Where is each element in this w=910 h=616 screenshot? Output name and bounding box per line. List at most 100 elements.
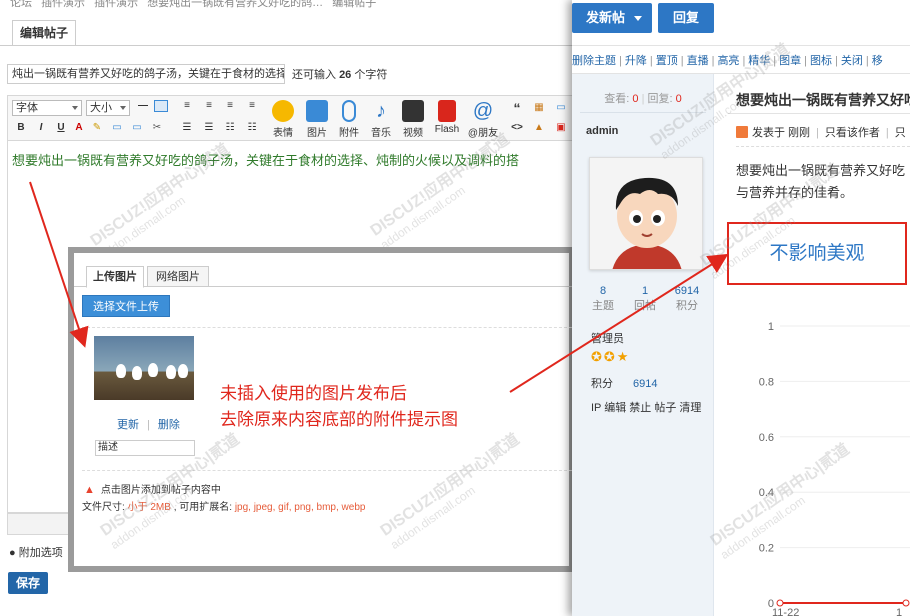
mention-tool[interactable]: @ @朋友 <box>466 100 500 139</box>
admin-links[interactable]: IP 编辑 禁止 帖子 清理 <box>591 399 701 415</box>
italic-icon[interactable]: I <box>34 122 48 134</box>
tab-upload-image[interactable]: 上传图片 <box>86 266 144 288</box>
font-select[interactable]: 字体 <box>12 100 82 116</box>
underline-icon[interactable]: U <box>54 122 68 134</box>
image-description-input[interactable]: 描述 <box>95 440 195 456</box>
separator: | <box>680 55 684 67</box>
chevron-down-icon <box>72 106 78 110</box>
mod-action-link[interactable]: 图章 <box>779 55 801 67</box>
bold-icon[interactable]: B <box>14 122 28 134</box>
save-button[interactable]: 保存 <box>8 572 48 594</box>
mod-action-link[interactable]: 关闭 <box>841 55 863 67</box>
justify-icon[interactable]: ≡ <box>245 100 259 112</box>
post-body: 想要炖出一锅既有营养又好吃 与营养并存的佳肴。 <box>736 160 905 204</box>
pigeon-shape <box>166 365 176 379</box>
mod-action-link[interactable]: 高亮 <box>717 55 739 67</box>
tab-web-image[interactable]: 网络图片 <box>147 266 209 287</box>
size-select[interactable]: 大小 <box>86 100 130 116</box>
divider <box>580 112 706 113</box>
attach-options-label: 附加选项 <box>18 547 63 559</box>
uploaded-image-thumbnail[interactable] <box>94 336 194 400</box>
y-tick-label: 0.8 <box>759 376 774 388</box>
breadcrumb-item: 编辑帖子 <box>332 0 377 9</box>
choose-file-upload-button[interactable]: 选择文件上传 <box>82 295 170 317</box>
align-left-icon[interactable]: ≡ <box>180 100 194 112</box>
font-color-icon[interactable]: A <box>72 122 86 134</box>
link-icon[interactable]: ▭ <box>110 122 124 134</box>
avatar[interactable] <box>589 157 703 270</box>
mod-action-link[interactable]: 删除主题 <box>572 55 616 67</box>
mod-action-link[interactable]: 图标 <box>810 55 832 67</box>
post-title-input[interactable]: 炖出一锅既有营养又好吃的鸽子汤，关键在于食材的选择 <box>7 64 285 84</box>
author-name[interactable]: admin <box>586 125 618 137</box>
tab-edit-post[interactable]: 编辑帖子 <box>12 20 76 46</box>
post-meta: 发表于 刚刚 | 只看该作者 | 只 <box>736 124 906 140</box>
annotation-left: 未插入使用的图片发布后 去除原来内容底部的附件提示图 <box>220 381 458 433</box>
divider <box>572 45 910 46</box>
only-author-link[interactable]: 只看该作者 <box>825 127 880 139</box>
stat-replies[interactable]: 1 回帖 <box>625 284 665 314</box>
attach-options-toggle[interactable]: ● 附加选项 <box>9 544 63 560</box>
breadcrumb-item[interactable]: 论坛 <box>10 0 32 9</box>
horizontal-rule-icon[interactable]: — <box>136 100 150 112</box>
emoji-tool[interactable]: 表情 <box>268 100 298 139</box>
stat-points[interactable]: 6914 积分 <box>667 284 707 314</box>
free-icon[interactable]: ▲ <box>532 122 546 134</box>
editor-content-text: 想要炖出一锅既有营养又好吃的鸽子汤，关键在于食材的选择、炖制的火候以及调料的搭 <box>12 153 520 168</box>
attachment-tool[interactable]: 附件 <box>334 100 364 139</box>
video-tool[interactable]: 视频 <box>398 100 428 139</box>
post-body-line: 与营养并存的佳肴。 <box>736 185 854 200</box>
clear-format-icon[interactable]: ✂ <box>150 122 164 134</box>
template-icon[interactable]: ▣ <box>554 122 568 134</box>
breadcrumb-item[interactable]: 插件演示 <box>41 0 85 9</box>
moderation-bar: 删除主题 | 升降 | 置顶 | 直播 | 高亮 | 精华 | 图章 | 图标 | 关闭 | 移 <box>572 52 910 68</box>
hint-text: 点击图片添加到帖子内容中 <box>100 485 221 496</box>
pigeon-shape <box>116 364 126 378</box>
indent-icon[interactable]: ☰ <box>180 122 194 134</box>
delete-link[interactable]: 删除 <box>158 419 180 431</box>
hide-icon[interactable]: ▦ <box>532 102 546 114</box>
user-badge-icon <box>736 126 748 138</box>
breadcrumb-item[interactable]: 插件演示 <box>94 0 138 9</box>
more-link[interactable]: 只 <box>895 127 906 139</box>
update-link[interactable]: 更新 <box>117 419 139 431</box>
stat-label: 回帖 <box>634 300 656 312</box>
mod-action-link[interactable]: 直播 <box>687 55 709 67</box>
font-select-value: 字体 <box>16 102 38 114</box>
chevron-down-icon <box>120 106 126 110</box>
table-icon[interactable] <box>154 100 168 112</box>
smile-icon <box>272 100 294 122</box>
x-tick-label: 1 <box>896 607 902 616</box>
mod-action-link[interactable]: 置顶 <box>656 55 678 67</box>
points-label: 积分 <box>591 378 613 390</box>
annotation-line: 未插入使用的图片发布后 <box>220 384 407 403</box>
new-post-button[interactable]: 发新帖 <box>572 3 652 33</box>
align-right-icon[interactable]: ≡ <box>223 100 237 112</box>
background-color-icon[interactable]: ✎ <box>90 122 104 134</box>
code-icon[interactable]: <> <box>510 122 524 134</box>
replies-value: 0 <box>675 93 682 105</box>
ordered-list-icon[interactable]: ☷ <box>223 122 237 134</box>
unlink-icon[interactable]: ▭ <box>130 122 144 134</box>
reply-button[interactable]: 回复 <box>658 3 714 33</box>
breadcrumb-item[interactable]: 想要炖出一锅既有营养又好吃的鸽… <box>147 0 323 9</box>
y-tick-label: 1 <box>768 321 774 333</box>
page-icon[interactable]: ▭ <box>554 102 568 114</box>
outdent-icon[interactable]: ☰ <box>202 122 216 134</box>
file-size-info: 文件尺寸: 小于 2MB , 可用扩展名: jpg, jpeg, gif, pn… <box>82 498 365 513</box>
tool-label: 表情 <box>273 128 293 139</box>
unordered-list-icon[interactable]: ☷ <box>245 122 259 134</box>
mod-action-link[interactable]: 精华 <box>748 55 770 67</box>
image-tool[interactable]: 图片 <box>302 100 332 139</box>
align-center-icon[interactable]: ≡ <box>202 100 216 112</box>
flash-tool[interactable]: Flash <box>432 100 462 135</box>
separator: | <box>835 55 838 67</box>
mod-action-link[interactable]: 移 <box>872 55 883 67</box>
quote-icon[interactable]: “ <box>510 101 524 115</box>
tab-divider <box>0 45 575 46</box>
tool-label: @朋友 <box>467 128 499 139</box>
mod-action-link[interactable]: 升降 <box>625 55 647 67</box>
stat-topics[interactable]: 8 主题 <box>583 284 623 314</box>
music-tool[interactable]: ♪ 音乐 <box>366 100 396 139</box>
dot-icon: ● <box>9 547 19 559</box>
